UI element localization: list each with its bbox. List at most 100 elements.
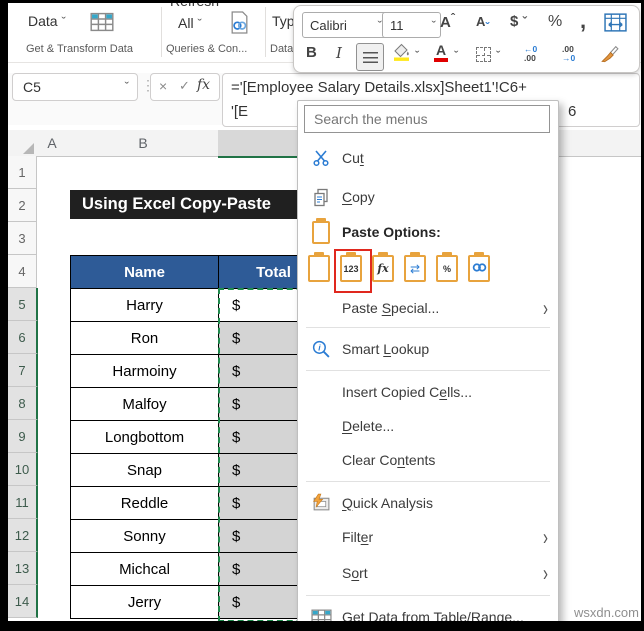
chevron-down-icon: ˇ (523, 14, 527, 29)
select-all-corner[interactable] (8, 130, 37, 157)
frame-left (0, 0, 8, 631)
paste-formulas-button[interactable]: fx (372, 255, 394, 282)
comma-style-button[interactable]: , (580, 8, 586, 34)
paste-link-icon[interactable] (468, 255, 490, 282)
row-header-13[interactable]: 13 (8, 552, 38, 585)
align-center-button[interactable] (356, 43, 384, 71)
row-header-9[interactable]: 9 (8, 420, 38, 453)
row-header-10[interactable]: 10 (8, 453, 38, 486)
chevron-down-icon[interactable]: ˇ (496, 48, 500, 63)
column-header-b[interactable]: B (68, 130, 219, 157)
menu-item-label: Delete... (342, 418, 394, 434)
row-header-12[interactable]: 12 (8, 519, 38, 552)
menu-item-label: Clear Contents (342, 452, 435, 468)
font-name-select[interactable]: Calibriˇ (302, 12, 387, 38)
paste-transpose-button[interactable]: ⇄ (404, 255, 426, 282)
cell-name-ron[interactable]: Ron (70, 321, 219, 355)
select-all-triangle-icon (23, 143, 34, 154)
cell-name-malfoy[interactable]: Malfoy (70, 387, 219, 421)
menu-separator (306, 370, 550, 371)
paste-values-button[interactable]: 123 (340, 255, 362, 282)
fx-icon[interactable]: fx (197, 77, 210, 93)
table-icon[interactable] (90, 12, 114, 37)
paste-button[interactable] (308, 255, 330, 282)
font-size-select[interactable]: 11ˇ (382, 12, 441, 38)
row-header-14[interactable]: 14 (8, 585, 38, 618)
row-header-7[interactable]: 7 (8, 354, 38, 387)
row-header-1[interactable]: 1 (8, 156, 37, 189)
submenu-chevron-icon: › (543, 524, 548, 550)
row-header-8[interactable]: 8 (8, 387, 38, 420)
row-header-3[interactable]: 3 (8, 222, 37, 255)
chevron-down-icon: ˇ (125, 79, 129, 94)
search-input[interactable] (304, 105, 550, 133)
paste-icon[interactable] (308, 255, 330, 282)
cell-name-reddle[interactable]: Reddle (70, 486, 219, 520)
increase-decimal-button[interactable]: .00→0 (562, 45, 575, 63)
menu-item-paste-special[interactable]: Paste Special...› (298, 293, 558, 323)
table-header-name[interactable]: Name (70, 255, 219, 289)
row-header-5[interactable]: 5 (8, 288, 38, 321)
italic-button[interactable]: I (336, 44, 342, 62)
cell-name-longbottom[interactable]: Longbottom (70, 420, 219, 454)
submenu-chevron-icon: › (543, 560, 548, 586)
cell-name-jerry[interactable]: Jerry (70, 585, 219, 619)
paste-values-icon[interactable]: 123 (340, 255, 362, 282)
menu-item-delete[interactable]: Delete... (298, 409, 558, 443)
bold-button[interactable]: B (306, 44, 317, 61)
chevron-down-icon: ˇ (197, 16, 201, 31)
formula-line-2-right: 6 (568, 103, 576, 120)
menu-item-sort[interactable]: Sort› (298, 555, 558, 591)
menu-item-filter[interactable]: Filter› (298, 519, 558, 555)
chevron-down-icon[interactable]: ˇ (454, 48, 458, 63)
row-header-4[interactable]: 4 (8, 255, 37, 288)
increase-font-size-button[interactable]: Aˆ (440, 14, 455, 31)
clipboard-icon[interactable] (312, 221, 330, 244)
get-data-button[interactable]: Data ˇ (28, 13, 66, 29)
format-painter-icon[interactable] (600, 43, 620, 63)
cell-name-michcal[interactable]: Michcal (70, 552, 219, 586)
row-header-6[interactable]: 6 (8, 321, 38, 354)
refresh-all-button-top[interactable]: Refresh (170, 3, 230, 11)
name-box[interactable]: C5 ˇ (12, 73, 138, 101)
percent-style-button[interactable]: % (548, 13, 562, 31)
column-width-icon[interactable] (604, 13, 627, 32)
menu-item-quick-analysis[interactable]: Quick Analysis (298, 486, 558, 519)
borders-button[interactable] (476, 47, 491, 62)
decrease-decimal-button[interactable]: ←0.00 (524, 45, 537, 63)
paste-link-button[interactable] (468, 255, 490, 282)
paste-formulas-icon[interactable]: fx (372, 255, 394, 282)
menu-item-copy[interactable]: Copy (298, 177, 558, 217)
watermark: wsxdn.com (574, 605, 639, 620)
paste-transpose-icon[interactable]: ⇄ (404, 255, 426, 282)
formula-buttons: × ✓ fx (150, 73, 220, 101)
font-color-button[interactable]: A (434, 44, 448, 62)
menu-item-smart-lookup[interactable]: iSmart Lookup (298, 332, 558, 366)
data-types-button[interactable]: Typ (272, 13, 295, 29)
frame-bottom (0, 621, 644, 631)
paste-formatting-button[interactable]: % (436, 255, 458, 282)
paste-formatting-icon[interactable]: % (436, 255, 458, 282)
accounting-format-button[interactable]: $ ˇ (510, 13, 527, 30)
row-header-2[interactable]: 2 (8, 189, 37, 222)
cancel-icon[interactable]: × (159, 78, 167, 94)
title-banner: Using Excel Copy-Paste (70, 190, 328, 219)
cell-name-sonny[interactable]: Sonny (70, 519, 219, 553)
menu-item-clear-contents[interactable]: Clear Contents (298, 443, 558, 477)
column-header-a[interactable]: A (36, 130, 69, 157)
queries-connections-icon[interactable] (229, 11, 250, 39)
chevron-down-icon[interactable]: ˇ (415, 48, 419, 63)
enter-icon[interactable]: ✓ (179, 78, 190, 94)
cell-name-harry[interactable]: Harry (70, 288, 219, 322)
refresh-all-button[interactable]: All ˇ (178, 15, 202, 31)
decrease-font-size-button[interactable]: Aˇ (476, 14, 489, 29)
menu-item-cut[interactable]: Cut (298, 139, 558, 177)
formula-line-2-left: '[E (231, 103, 248, 120)
cell-name-snap[interactable]: Snap (70, 453, 219, 487)
menu-item-insert-copied-cells[interactable]: Insert Copied Cells... (298, 375, 558, 409)
column-header-strip[interactable] (602, 130, 641, 157)
fill-color-button[interactable] (392, 43, 412, 62)
row-header-11[interactable]: 11 (8, 486, 38, 519)
cell-name-harmoiny[interactable]: Harmoiny (70, 354, 219, 388)
menu-item-label: Copy (342, 189, 375, 205)
